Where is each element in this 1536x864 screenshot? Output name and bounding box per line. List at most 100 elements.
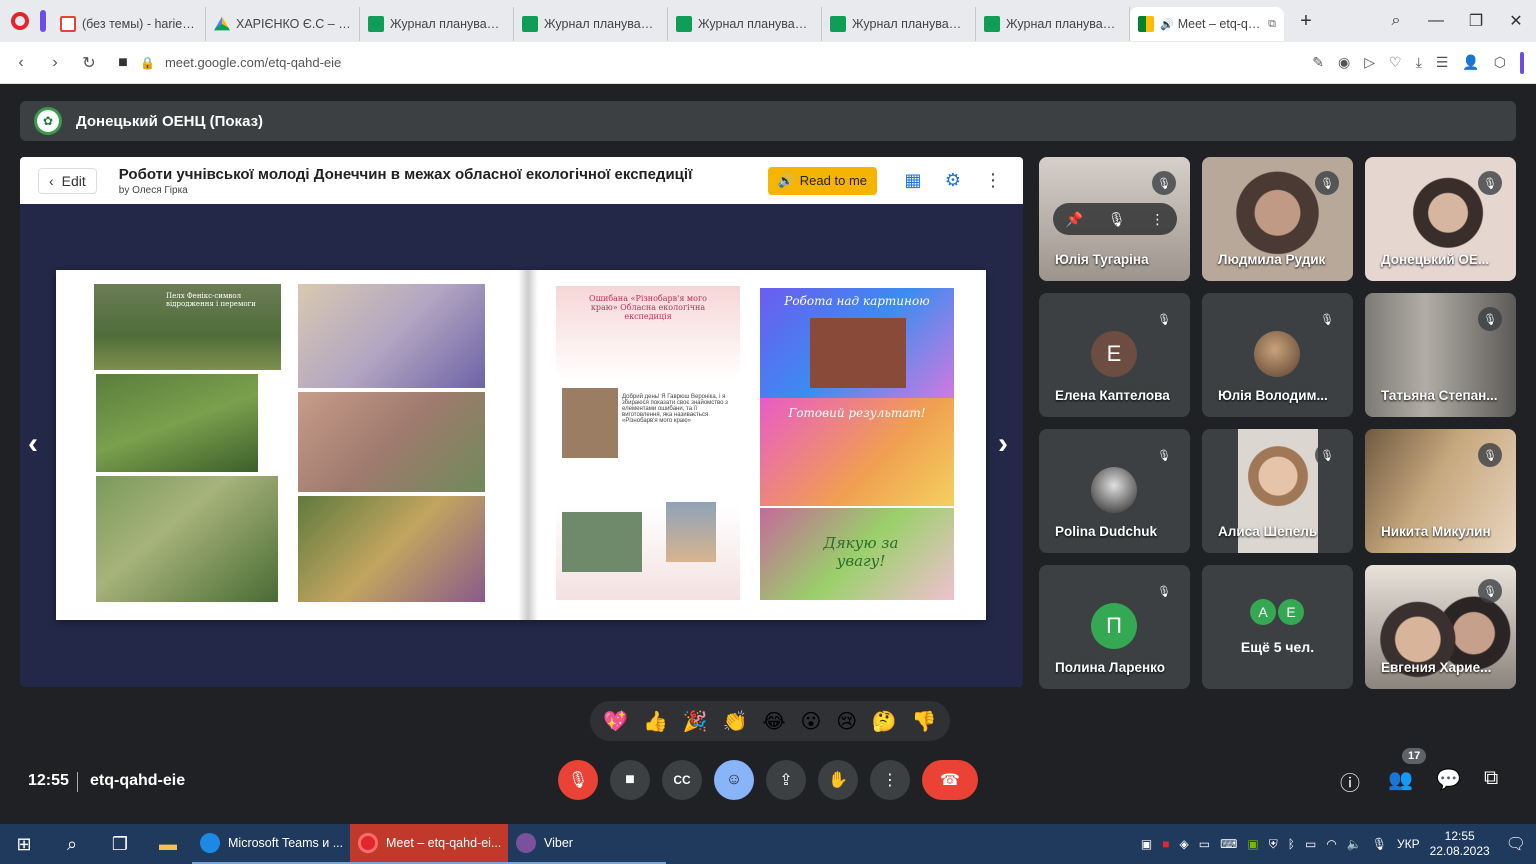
windows-start-icon[interactable]: ⊞ [0, 834, 48, 855]
participant-tile[interactable]: 🎙 Алиса Шепель [1202, 429, 1353, 553]
battery-icon[interactable]: ▭ [1305, 837, 1316, 851]
send-icon[interactable]: ▷ [1364, 54, 1375, 71]
grid-view-icon[interactable]: ▦ [893, 170, 933, 191]
more-options-icon[interactable]: ⋮ [973, 170, 1013, 191]
participant-tile[interactable]: 🎙 Людмила Рудик [1202, 157, 1353, 281]
reaction-thumbs-down[interactable]: 👎 [912, 709, 937, 734]
taskbar-app-viber[interactable]: Viber [508, 824, 666, 864]
snapshot-icon[interactable]: ◉ [1338, 54, 1350, 71]
browser-tab[interactable]: Журнал планування та [360, 7, 514, 41]
participant-tile[interactable]: 📌 🎙 ⋮ 🎙 Юлія Тугаріна [1039, 157, 1190, 281]
chat-button[interactable]: 💬 [1436, 767, 1461, 792]
captions-button[interactable]: CC [662, 760, 702, 800]
participant-tile[interactable]: 🎙 Юлія Володим... [1202, 293, 1353, 417]
avatar [1254, 331, 1300, 377]
participant-tile[interactable]: 🎙 Донецький ОЕ... [1365, 157, 1516, 281]
edit-icon[interactable]: ✎ [1312, 54, 1324, 71]
tab-picture-icon[interactable]: ⧉ [1268, 18, 1276, 31]
tray-keyboard-icon[interactable]: ⌨ [1220, 837, 1237, 851]
reaction-clap[interactable]: 👏 [723, 709, 748, 734]
slide-work-photo: Робота над картиною [760, 288, 954, 398]
new-tab-button[interactable]: + [1292, 7, 1320, 35]
search-icon[interactable]: ⌕ [1376, 12, 1416, 30]
present-screen-button[interactable]: ⇪ [766, 760, 806, 800]
extensions-icon[interactable]: ⬡ [1494, 54, 1506, 71]
file-explorer-icon[interactable]: ▬ [144, 834, 192, 855]
drive-icon [214, 16, 230, 31]
download-icon[interactable]: ⤓ [1416, 54, 1422, 71]
people-button[interactable]: 👥 [1388, 767, 1413, 792]
camera-toggle-button[interactable]: ■ [610, 760, 650, 800]
opera-logo-icon[interactable] [0, 0, 40, 42]
edit-button[interactable]: ‹ Edit [38, 167, 97, 194]
next-slide-button[interactable]: › [998, 427, 1008, 461]
tray-app-icon[interactable]: ▣ [1141, 837, 1152, 851]
reaction-surprised[interactable]: 😮 [801, 709, 822, 734]
pin-icon[interactable]: 📌 [1065, 211, 1082, 228]
browser-tab[interactable]: Журнал планування та [822, 7, 976, 41]
wifi-icon[interactable]: ◠ [1326, 837, 1336, 851]
raise-hand-button[interactable]: ✋ [818, 760, 858, 800]
forward-button[interactable]: › [38, 54, 72, 72]
browser-tab-active[interactable]: 🔊 Meet – etq-qahd-ei ⧉ [1130, 7, 1284, 41]
bluetooth-icon[interactable]: ᛒ [1288, 837, 1295, 851]
sidebar-handle[interactable] [1520, 51, 1524, 74]
reactions-button[interactable]: ☺ [714, 760, 754, 800]
heart-icon[interactable]: ♡ [1389, 54, 1402, 71]
participant-tile[interactable]: 🎙 Никита Микулин [1365, 429, 1516, 553]
taskbar-app-teams[interactable]: Microsoft Teams и ... [192, 824, 350, 864]
search-icon[interactable]: ⌕ [48, 834, 96, 855]
tray-monitor-icon[interactable]: ▭ [1199, 837, 1210, 851]
easy-setup-icon[interactable]: ☰ [1436, 54, 1449, 71]
close-window-button[interactable]: ✕ [1496, 11, 1536, 31]
tray-security-icon[interactable]: ⛨ [1269, 837, 1278, 852]
sidebar-toggle[interactable] [40, 10, 46, 32]
lock-icon[interactable]: 🔒 [140, 56, 155, 70]
browser-tab[interactable]: Журнал планування та [976, 7, 1130, 41]
taskbar-app-meet[interactable]: Meet – etq-qahd-ei... [350, 824, 508, 864]
camera-active-icon[interactable]: ■ [106, 54, 140, 72]
more-options-button[interactable]: ⋮ [870, 760, 910, 800]
participant-tile[interactable]: П 🎙 Полина Ларенко [1039, 565, 1190, 689]
notifications-icon[interactable]: 🗨 [1506, 834, 1526, 854]
reaction-sad[interactable]: 😢 [836, 709, 857, 734]
participant-tile[interactable]: 🎙 Евгения Харие... [1365, 565, 1516, 689]
participant-tile[interactable]: 🎙 Татьяна Степан... [1365, 293, 1516, 417]
tray-viber-icon[interactable]: ◈ [1180, 837, 1189, 851]
back-button[interactable]: ‹ [4, 54, 38, 72]
clock[interactable]: 12:55 22.08.2023 [1430, 829, 1490, 859]
reload-button[interactable]: ↻ [72, 53, 106, 73]
speaker-icon[interactable]: 🔊 [1160, 18, 1174, 31]
maximize-button[interactable]: ❐ [1456, 11, 1496, 31]
browser-tab[interactable]: Журнал планування та [514, 7, 668, 41]
participant-tile[interactable]: Е 🎙 Елена Каптелова [1039, 293, 1190, 417]
mute-icon[interactable]: 🎙 [1108, 211, 1126, 228]
reaction-laugh[interactable]: 😂 [762, 709, 785, 734]
reaction-thinking[interactable]: 🤔 [872, 709, 897, 734]
task-view-icon[interactable]: ❐ [96, 834, 144, 855]
leave-call-button[interactable]: ☎ [922, 760, 978, 800]
browser-tab[interactable]: ХАРІЄНКО Є.С – Googl [206, 7, 360, 41]
reaction-thumbs-up[interactable]: 👍 [643, 709, 668, 734]
more-options-icon[interactable]: ⋮ [1151, 211, 1165, 228]
microphone-toggle-button[interactable]: 🎙 [558, 760, 598, 800]
read-to-me-button[interactable]: 🔊 Read to me [767, 166, 877, 195]
mic-tray-icon[interactable]: 🎙 [1372, 837, 1387, 851]
reaction-heart[interactable]: 💖 [603, 709, 628, 734]
previous-slide-button[interactable]: ‹ [28, 427, 38, 461]
settings-gear-icon[interactable]: ⚙ [933, 170, 973, 191]
more-participants-tile[interactable]: А Е Ещё 5 чел. [1202, 565, 1353, 689]
tray-nvidia-icon[interactable]: ▣ [1247, 837, 1258, 851]
language-indicator[interactable]: УКР [1397, 837, 1420, 851]
participant-tile[interactable]: 🎙 Polina Dudchuk [1039, 429, 1190, 553]
activities-button[interactable]: ⧉ [1484, 767, 1498, 790]
volume-icon[interactable]: 🔈 [1347, 837, 1362, 851]
minimize-button[interactable]: — [1416, 12, 1456, 30]
url-field[interactable]: meet.google.com/etq-qahd-eie [165, 55, 341, 70]
meeting-details-button[interactable]: ⓘ [1340, 767, 1360, 796]
reaction-party[interactable]: 🎉 [683, 709, 708, 734]
browser-tab[interactable]: Журнал планування та [668, 7, 822, 41]
browser-tab[interactable]: (без темы) - harienko2 [52, 7, 206, 41]
profile-icon[interactable]: 👤 [1462, 54, 1479, 71]
tray-record-icon[interactable]: ■ [1162, 837, 1169, 851]
